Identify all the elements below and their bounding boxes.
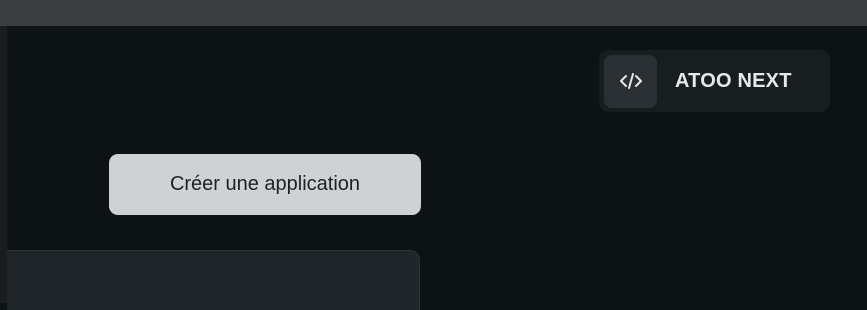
window-top-bar [0, 0, 867, 26]
code-icon [604, 54, 657, 108]
content-panel [7, 250, 420, 310]
create-application-button[interactable]: Créer une application [109, 154, 421, 215]
left-sidebar-edge [0, 26, 7, 303]
workspace-name: ATOO NEXT [675, 69, 792, 92]
workspace-badge[interactable]: ATOO NEXT [599, 50, 830, 112]
